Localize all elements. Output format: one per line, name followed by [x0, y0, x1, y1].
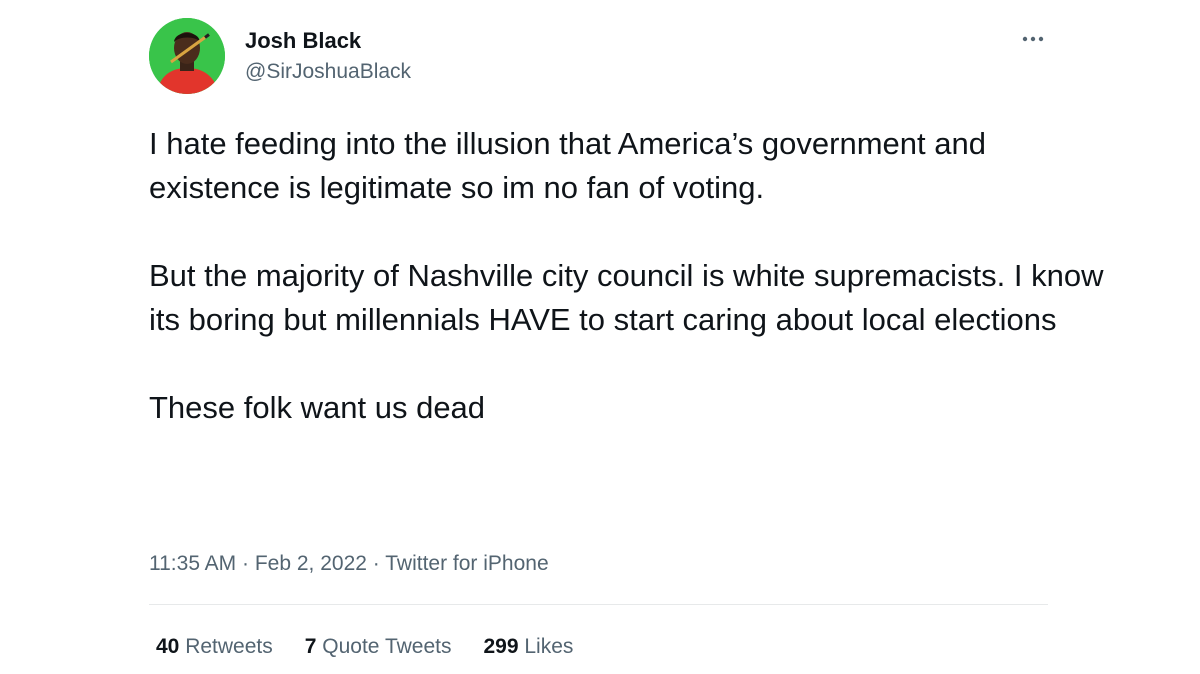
meta-separator: ·: [366, 552, 386, 575]
retweets-count: 40: [156, 635, 180, 658]
author-handle[interactable]: @SirJoshuaBlack: [245, 59, 411, 85]
more-horizontal-icon: [1022, 36, 1044, 42]
tweet-paragraph: But the majority of Nashville city counc…: [149, 258, 1113, 337]
tweet-card: Josh Black @SirJoshuaBlack I hate feedin…: [0, 0, 1200, 674]
divider: [149, 604, 1048, 605]
likes-label: Likes: [524, 635, 574, 658]
tweet-date-link[interactable]: Feb 2, 2022: [255, 552, 367, 575]
quote-tweets-label: Quote Tweets: [322, 635, 452, 658]
avatar[interactable]: [149, 18, 225, 94]
likes-count: 299: [483, 635, 519, 658]
avatar-image: [149, 18, 225, 94]
retweets-stat[interactable]: 40 Retweets: [156, 634, 273, 660]
tweet-paragraph: I hate feeding into the illusion that Am…: [149, 126, 995, 205]
tweet-stats: 40 Retweets 7 Quote Tweets 299 Likes: [156, 634, 573, 660]
tweet-paragraph: These folk want us dead: [149, 390, 486, 425]
quote-tweets-stat[interactable]: 7 Quote Tweets: [305, 634, 452, 660]
likes-stat[interactable]: 299 Likes: [483, 634, 573, 660]
tweet-text: I hate feeding into the illusion that Am…: [149, 122, 1109, 430]
tweet-time-link[interactable]: 11:35 AM: [149, 552, 236, 575]
tweet-source-link[interactable]: Twitter for iPhone: [385, 552, 548, 575]
tweet-meta: 11:35 AM · Feb 2, 2022 · Twitter for iPh…: [149, 551, 549, 577]
author-name[interactable]: Josh Black: [245, 28, 361, 54]
retweets-label: Retweets: [185, 635, 273, 658]
quote-tweets-count: 7: [304, 635, 317, 658]
meta-separator: ·: [236, 552, 255, 575]
more-options-button[interactable]: [1016, 24, 1050, 54]
